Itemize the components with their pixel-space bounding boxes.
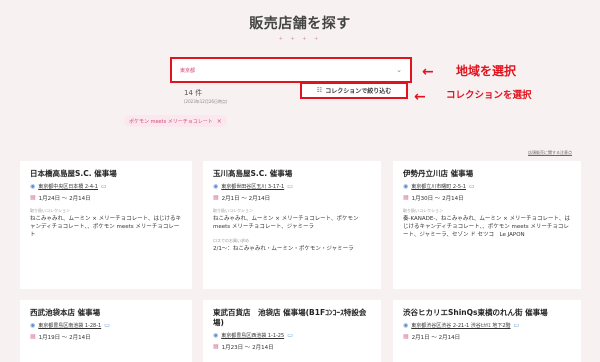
chevron-down-icon: ⌄ [396, 66, 402, 74]
sale-dates: 2月1日 〜 2月14日 [411, 334, 461, 341]
close-icon[interactable]: × [217, 118, 222, 125]
map-icon[interactable]: ▭ [104, 322, 110, 329]
collection-filter-label: コレクションで絞り込む [325, 88, 392, 95]
map-icon[interactable]: ▭ [514, 322, 520, 329]
note-label: ロスでのお買い求め [213, 237, 249, 243]
map-icon[interactable]: ▭ [287, 183, 293, 190]
sale-dates: 1月23日 〜 2月14日 [221, 344, 274, 351]
collection-list: 奏-KANADE-、ねこみゃみれ、ムーミン × メリーチョコレート、はじけるキャ… [403, 215, 570, 238]
result-updated-date: (2023年12月26日時点) [184, 99, 228, 104]
location-pin-icon: ◉ [30, 321, 36, 329]
collection-filter-button[interactable]: ☷ コレクションで絞り込む [300, 82, 408, 99]
store-note: 2/1〜：ねこみゃみれ・ムーミン・ポケモン・ジャミーラ [213, 245, 354, 252]
calendar-icon: ▦ [213, 194, 219, 202]
page-title: 販売店舗を探す [249, 16, 351, 32]
collection-list: ねこみゃみれ、ムーミン × メリーチョコレート、はじけるキャンディチョコレート、… [30, 215, 182, 238]
store-card[interactable]: 玉川髙島屋S.C. 催事場 ◉ 東京都世田谷区玉川 3-17-1 ▭ ▦ 2月1… [203, 161, 381, 289]
title-decoration: + + + + [278, 36, 322, 42]
calendar-icon: ▦ [213, 343, 219, 350]
store-address[interactable]: 東京都世田谷区玉川 3-17-1 [221, 183, 284, 190]
map-icon[interactable]: ▭ [469, 183, 475, 190]
store-card[interactable]: 伊勢丹立川店 催事場 ◉ 東京都立川市曙町 2-5-1 ▭ ▦ 1月30日 〜 … [393, 161, 581, 289]
collection-list: ねこみゃみれ、ムーミン × メリーチョコレート、ポケモン meets メリーチョ… [213, 215, 359, 230]
map-icon[interactable]: ▭ [287, 332, 293, 339]
collection-label: 取り扱いコレクション [403, 207, 443, 213]
store-name: 日本橋高島屋S.C. 催事場 [30, 169, 117, 178]
store-address[interactable]: 東京都豊島区南池袋 1-28-1 [38, 322, 101, 329]
region-select[interactable]: 東京都 ⌄ [170, 57, 412, 83]
store-card[interactable]: 渋谷ヒカリエShinQs東横のれん街 催事場 ◉ 東京都渋谷区渋谷 2-21-1… [393, 300, 581, 362]
region-annotation: 地域を選択 [456, 64, 517, 78]
store-name: 西武池袋本店 催事場 [30, 308, 101, 317]
region-select-value: 東京都 [180, 67, 196, 74]
store-name: 東武百貨店 池袋店 催事場(B1Fｺﾝｺｰｽ特設会場) [213, 308, 367, 327]
sale-dates: 2月1日 〜 2月14日 [221, 195, 271, 202]
calendar-icon: ▦ [30, 333, 36, 341]
calendar-icon: ▦ [30, 194, 36, 202]
store-address[interactable]: 東京都中央区日本橋 2-4-1 [38, 183, 98, 190]
collection-annotation-arrow: ← [414, 89, 426, 105]
store-name: 渋谷ヒカリエShinQs東横のれん街 催事場 [403, 308, 548, 317]
sliders-icon: ☷ [316, 87, 323, 94]
store-card[interactable]: 日本橋高島屋S.C. 催事場 ◉ 東京都中央区日本橋 2-4-1 ▭ ▦ 1月2… [20, 161, 192, 289]
store-address[interactable]: 東京都立川市曙町 2-5-1 [411, 183, 466, 190]
collection-label: 取り扱いコレクション [213, 207, 253, 213]
store-card[interactable]: 東武百貨店 池袋店 催事場(B1Fｺﾝｺｰｽ特設会場) ◉ 東京都豊島区西池袋 … [203, 300, 381, 362]
store-address[interactable]: 東京都豊島区西池袋 1-1-25 [221, 332, 284, 339]
location-pin-icon: ◉ [213, 182, 219, 190]
region-annotation-arrow: ← [422, 64, 434, 80]
result-count: 14 件 [184, 89, 203, 97]
location-pin-icon: ◉ [30, 182, 36, 190]
location-pin-icon: ◉ [403, 321, 409, 329]
store-card[interactable]: 西武池袋本店 催事場 ◉ 東京都豊島区南池袋 1-28-1 ▭ ▦ 1月19日 … [20, 300, 192, 362]
sale-dates: 1月24日 〜 2月14日 [38, 195, 91, 202]
calendar-icon: ▦ [403, 194, 409, 202]
map-icon[interactable]: ▭ [101, 183, 107, 190]
chip-label: ポケモン meets メリーチョコレート [129, 118, 213, 125]
location-pin-icon: ◉ [213, 331, 219, 339]
sale-dates: 1月19日 〜 2月14日 [38, 334, 91, 341]
sale-dates: 1月30日 〜 2月14日 [411, 195, 464, 202]
store-address[interactable]: 東京都渋谷区渋谷 2-21-1 渋谷ﾋｶﾘｴ 地下2階 [411, 322, 510, 329]
collection-annotation: コレクションを選択 [446, 90, 532, 101]
collection-label: 取り扱いコレクション [30, 207, 70, 213]
store-name: 伊勢丹立川店 催事場 [403, 169, 474, 178]
sales-notice-link[interactable]: 店頭販売に関する注意点 [528, 150, 572, 156]
active-filter-chip[interactable]: ポケモン meets メリーチョコレート × [124, 115, 227, 127]
store-name: 玉川髙島屋S.C. 催事場 [213, 169, 293, 178]
location-pin-icon: ◉ [403, 182, 409, 190]
calendar-icon: ▦ [403, 333, 409, 341]
